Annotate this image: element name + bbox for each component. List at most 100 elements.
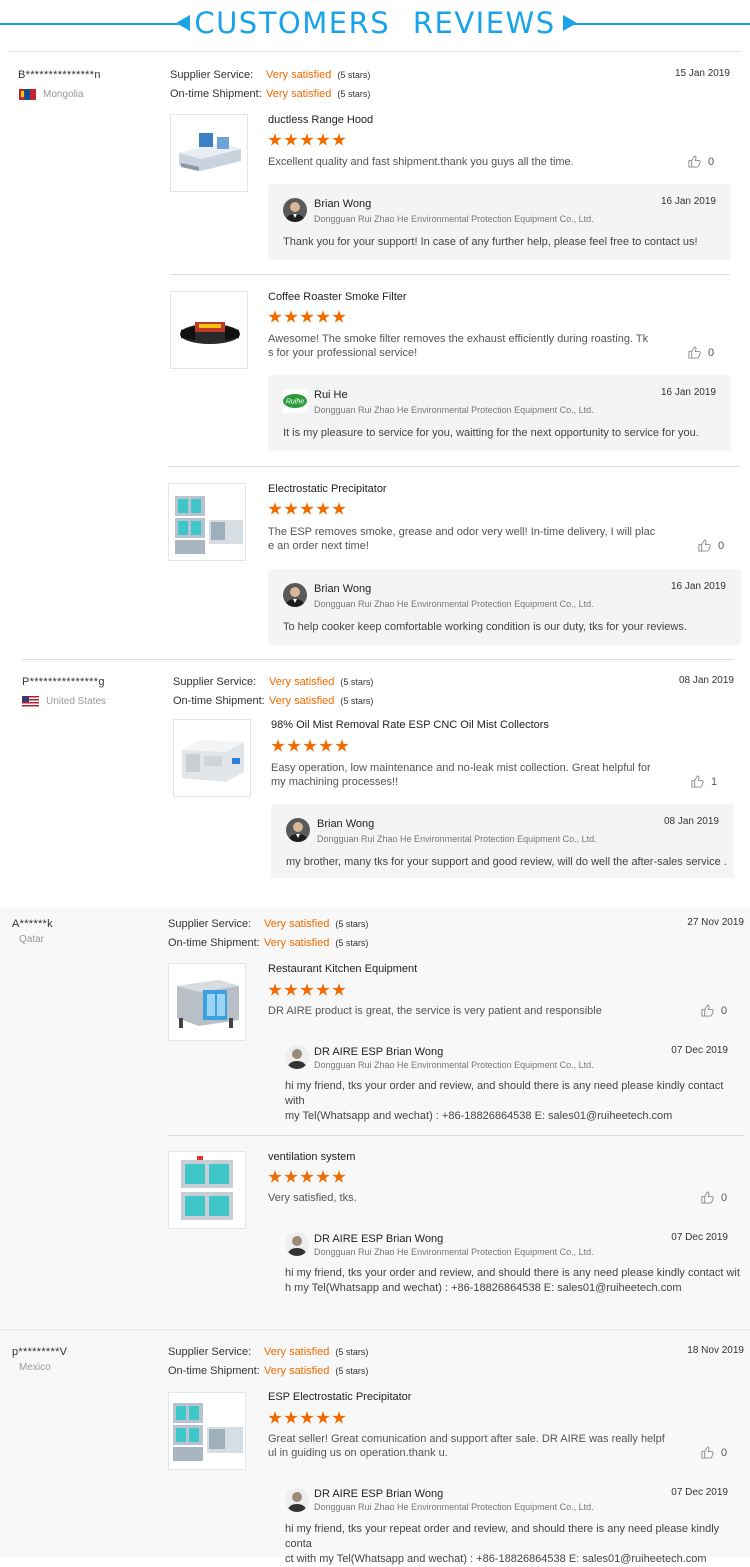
- reply-text-line: ct with my Tel(Whatsapp and wechat) : +8…: [285, 1553, 707, 1565]
- reviewer-country: United States: [22, 696, 106, 707]
- review-comment-line: Great seller! Great comunication and sup…: [268, 1433, 665, 1445]
- like-button[interactable]: 0: [701, 1446, 727, 1459]
- review-card: P***************g United States Supplier…: [0, 660, 750, 878]
- seller-reply: Ruihe Rui He Dongguan Rui Zhao He Enviro…: [268, 375, 731, 451]
- star-icon: [284, 133, 298, 146]
- product-image[interactable]: [168, 483, 246, 561]
- supplier-service-stars: (5 stars): [337, 69, 371, 80]
- product-title[interactable]: ESP Electrostatic Precipitator: [268, 1391, 411, 1403]
- review-comment: Excellent quality and fast shipment.than…: [268, 156, 574, 168]
- reviewer-country: Mexico: [19, 1362, 51, 1373]
- like-button[interactable]: 0: [701, 1004, 727, 1017]
- thumbs-up-icon: [701, 1191, 714, 1204]
- star-icon: [268, 310, 282, 323]
- reply-date: 07 Dec 2019: [671, 1045, 728, 1056]
- like-count: 0: [721, 1191, 728, 1204]
- ontime-shipment-label: On-time Shipment:: [173, 694, 265, 707]
- avatar: [283, 583, 307, 607]
- product-title[interactable]: ductless Range Hood: [268, 114, 373, 126]
- product-title[interactable]: 98% Oil Mist Removal Rate ESP CNC Oil Mi…: [271, 719, 549, 731]
- reviewer-name: P***************g: [22, 676, 105, 688]
- country-label: Mexico: [19, 1362, 51, 1373]
- reply-company: Dongguan Rui Zhao He Environmental Prote…: [314, 1247, 594, 1257]
- product-image[interactable]: [168, 963, 246, 1041]
- reply-company: Dongguan Rui Zhao He Environmental Prote…: [314, 599, 594, 609]
- reply-company: Dongguan Rui Zhao He Environmental Prote…: [314, 1502, 594, 1512]
- service-ratings: Supplier Service: Very satisfied (5 stars)…: [168, 914, 368, 952]
- product-title[interactable]: Restaurant Kitchen Equipment: [268, 963, 417, 975]
- service-ratings: Supplier Service: Very satisfied (5 stars)…: [173, 672, 373, 710]
- thumbs-up-icon: [688, 346, 701, 359]
- product-title[interactable]: Electrostatic Precipitator: [268, 483, 387, 495]
- reply-text-line: hi my friend, tks your order and review,…: [285, 1080, 724, 1107]
- like-button[interactable]: 0: [688, 346, 714, 359]
- ruihe-logo-icon: Ruihe: [283, 389, 307, 413]
- like-count: 0: [721, 1004, 728, 1017]
- thumbs-up-icon: [701, 1004, 714, 1017]
- seller-reply: Brian Wong Dongguan Rui Zhao He Environm…: [268, 184, 731, 260]
- product-image[interactable]: [170, 114, 248, 192]
- reply-date: 16 Jan 2019: [670, 581, 726, 592]
- item-divider: [170, 274, 730, 275]
- star-icon: [287, 739, 301, 752]
- review-card: B***************n Mongolia Supplier Serv…: [0, 52, 750, 656]
- review-card: A******k Qatar Supplier Service: Very sat…: [0, 908, 750, 1328]
- product-rating-stars: [268, 310, 346, 324]
- supplier-service-stars: (5 stars): [335, 918, 369, 929]
- star-icon: [319, 739, 333, 752]
- product-title[interactable]: ventilation system: [268, 1151, 355, 1163]
- reviewer-name: A******k: [12, 918, 53, 930]
- like-button[interactable]: 0: [701, 1191, 727, 1204]
- star-icon: [268, 502, 282, 515]
- star-icon: [316, 310, 330, 323]
- thumbs-up-icon: [688, 155, 701, 168]
- star-icon: [284, 502, 298, 515]
- reply-date: 16 Jan 2019: [660, 387, 716, 398]
- star-icon: [284, 310, 298, 323]
- reviewer-country: Qatar: [19, 934, 44, 945]
- like-button[interactable]: 1: [691, 775, 717, 788]
- product-image[interactable]: [173, 719, 251, 797]
- product-rating-stars: [271, 739, 349, 753]
- review-comment-line: Awesome! The smoke filter removes the ex…: [268, 333, 649, 345]
- ontime-shipment-stars: (5 stars): [337, 88, 371, 99]
- reply-company: Dongguan Rui Zhao He Environmental Prote…: [314, 405, 594, 415]
- reply-text-line: my Tel(Whatsapp and wechat) : +86-188268…: [285, 1110, 673, 1122]
- avatar: [285, 1045, 309, 1069]
- reply-author: Brian Wong: [314, 583, 372, 595]
- supplier-service-value: Very satisfied: [266, 68, 332, 81]
- star-icon: [335, 739, 349, 752]
- like-count: 1: [711, 775, 718, 788]
- star-icon: [284, 1170, 298, 1183]
- reply-author: DR AIRE ESP Brian Wong: [314, 1046, 444, 1058]
- reply-date: 16 Jan 2019: [660, 196, 716, 207]
- supplier-service-label: Supplier Service:: [170, 68, 254, 81]
- product-image[interactable]: [168, 1392, 246, 1470]
- like-count: 0: [708, 155, 715, 168]
- service-ratings: Supplier Service: Very satisfied (5 stars)…: [168, 1342, 368, 1380]
- product-rating-stars: [268, 1170, 346, 1184]
- like-button[interactable]: 0: [688, 155, 714, 168]
- review-date: 27 Nov 2019: [687, 917, 744, 928]
- reply-author: Brian Wong: [314, 198, 372, 210]
- review-comment-line: Easy operation, low maintenance and no-l…: [271, 762, 651, 774]
- like-count: 0: [721, 1446, 728, 1459]
- like-button[interactable]: 0: [698, 539, 724, 552]
- product-rating-stars: [268, 133, 346, 147]
- seller-reply: Brian Wong Dongguan Rui Zhao He Environm…: [268, 569, 741, 645]
- review-date: 18 Nov 2019: [687, 1345, 744, 1356]
- star-icon: [332, 1411, 346, 1424]
- star-icon: [316, 1411, 330, 1424]
- reply-text: To help cooker keep comfortable working …: [283, 621, 687, 633]
- product-title[interactable]: Coffee Roaster Smoke Filter: [268, 291, 407, 303]
- seller-reply: DR AIRE ESP Brian Wong Dongguan Rui Zhao…: [268, 1033, 740, 1122]
- reply-author: Rui He: [314, 389, 348, 401]
- product-image[interactable]: [170, 291, 248, 369]
- product-image[interactable]: [168, 1151, 246, 1229]
- ontime-shipment-label: On-time Shipment:: [168, 1364, 260, 1377]
- seller-reply: DR AIRE ESP Brian Wong Dongguan Rui Zhao…: [268, 1220, 740, 1304]
- review-date: 08 Jan 2019: [678, 675, 734, 686]
- star-icon: [300, 133, 314, 146]
- ontime-shipment-stars: (5 stars): [340, 695, 374, 706]
- reply-text: hi my friend, tks your order and review,…: [285, 1079, 740, 1124]
